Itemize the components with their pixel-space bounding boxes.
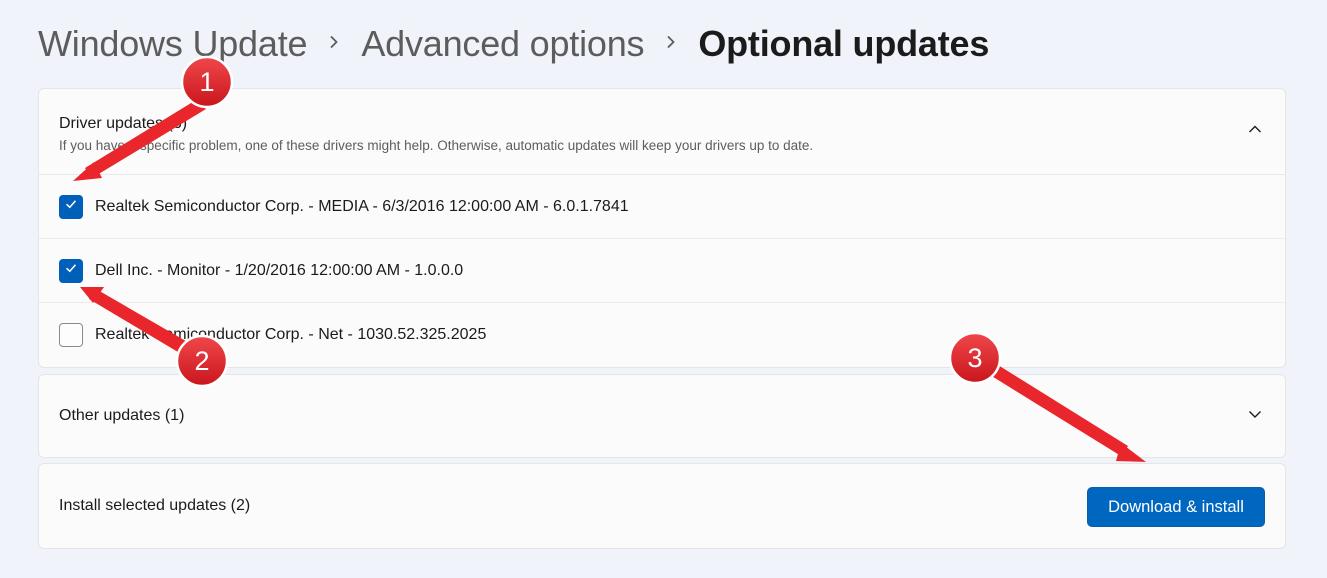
other-updates-title: Other updates (1) [59, 407, 185, 424]
breadcrumb: Windows Update Advanced options Optional… [38, 18, 989, 70]
driver-item-dell-monitor[interactable]: Dell Inc. - Monitor - 1/20/2016 12:00:00… [39, 239, 1285, 303]
chevron-down-icon [1248, 407, 1262, 426]
driver-item-realtek-media[interactable]: Realtek Semiconductor Corp. - MEDIA - 6/… [39, 175, 1285, 239]
driver-updates-section: Driver updates (3) If you have a specifi… [38, 88, 1286, 368]
optional-updates-page: Windows Update Advanced options Optional… [0, 0, 1327, 578]
driver-label: Realtek Semiconductor Corp. - Net - 1030… [95, 326, 487, 343]
other-updates-section[interactable]: Other updates (1) [38, 374, 1286, 458]
driver-checkbox-realtek-net[interactable] [59, 323, 83, 347]
checkmark-icon [64, 197, 78, 216]
download-install-button[interactable]: Download & install [1087, 487, 1265, 527]
checkmark-icon [64, 261, 78, 280]
driver-updates-header[interactable]: Driver updates (3) If you have a specifi… [39, 89, 1285, 175]
driver-updates-description: If you have a specific problem, one of t… [59, 138, 814, 153]
chevron-up-icon [1248, 122, 1262, 141]
page-title: Optional updates [698, 23, 990, 64]
chevron-right-icon [644, 29, 698, 55]
driver-label: Realtek Semiconductor Corp. - MEDIA - 6/… [95, 197, 629, 215]
driver-label: Dell Inc. - Monitor - 1/20/2016 12:00:00… [95, 261, 464, 279]
driver-checkbox-realtek-media[interactable] [59, 194, 83, 219]
breadcrumb-advanced-options[interactable]: Advanced options [361, 23, 644, 65]
driver-checkbox-dell-monitor[interactable] [59, 258, 83, 283]
install-selected-label: Install selected updates (2) [59, 497, 251, 514]
driver-item-realtek-net[interactable]: Realtek Semiconductor Corp. - Net - 1030… [39, 303, 1285, 367]
chevron-right-icon [307, 29, 361, 55]
expand-button[interactable] [1241, 402, 1269, 430]
install-section: Install selected updates (2) Download & … [38, 463, 1286, 549]
collapse-button[interactable] [1241, 118, 1269, 146]
breadcrumb-windows-update[interactable]: Windows Update [38, 23, 308, 65]
driver-updates-title: Driver updates (3) [59, 115, 188, 132]
